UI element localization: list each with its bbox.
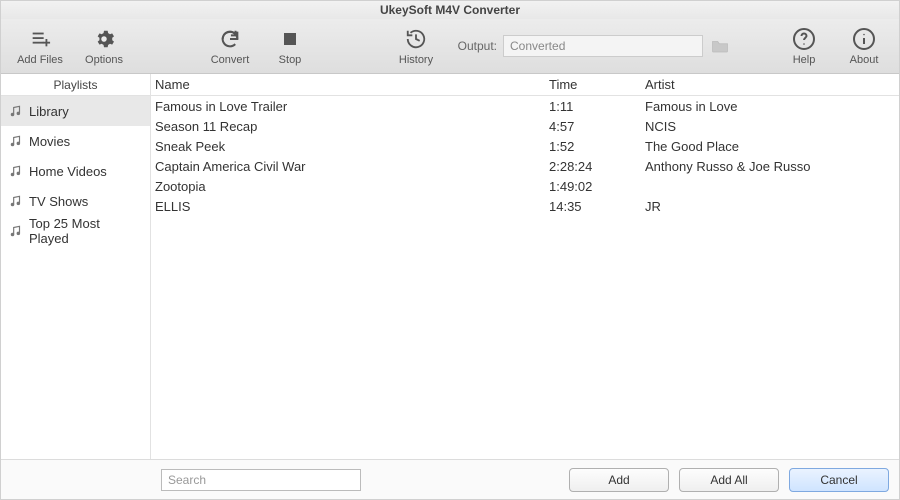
- output-path-field[interactable]: Converted: [503, 35, 703, 57]
- stop-button[interactable]: Stop: [263, 21, 317, 71]
- options-button[interactable]: Options: [77, 21, 131, 71]
- about-label: About: [850, 54, 879, 66]
- body: Playlists Library Movies Home Videos TV Sho…: [1, 74, 899, 459]
- sidebar-item-top-25-most-played[interactable]: Top 25 Most Played: [1, 216, 150, 246]
- sidebar-item-label: Library: [29, 104, 69, 119]
- track-row[interactable]: Captain America Civil War2:28:24Anthony …: [151, 156, 899, 176]
- track-time: 14:35: [549, 199, 645, 214]
- output-group: Output: Converted: [458, 35, 731, 57]
- track-name: ELLIS: [151, 199, 549, 214]
- track-time: 4:57: [549, 119, 645, 134]
- add-button[interactable]: Add: [569, 468, 669, 492]
- sidebar-list: Library Movies Home Videos TV Shows Top 25 M…: [1, 96, 150, 246]
- toolbar: Add Files Options Convert: [1, 19, 899, 74]
- track-name: Sneak Peek: [151, 139, 549, 154]
- output-label: Output:: [458, 39, 497, 53]
- track-artist: The Good Place: [645, 139, 899, 154]
- add-files-button[interactable]: Add Files: [9, 21, 71, 71]
- refresh-icon: [219, 26, 241, 52]
- app-title: UkeySoft M4V Converter: [380, 3, 520, 17]
- title-bar: UkeySoft M4V Converter: [1, 1, 899, 19]
- track-row[interactable]: Season 11 Recap4:57NCIS: [151, 116, 899, 136]
- about-button[interactable]: About: [837, 21, 891, 71]
- playlist-icon: [9, 164, 23, 178]
- track-name: Captain America Civil War: [151, 159, 549, 174]
- sidebar-item-label: Home Videos: [29, 164, 107, 179]
- track-name: Zootopia: [151, 179, 549, 194]
- sidebar: Playlists Library Movies Home Videos TV Sho…: [1, 74, 151, 459]
- help-label: Help: [793, 54, 816, 66]
- playlist-icon: [9, 194, 23, 208]
- track-artist: JR: [645, 199, 899, 214]
- track-list: Famous in Love Trailer1:11Famous in Love…: [151, 96, 899, 459]
- track-time: 1:11: [549, 99, 645, 114]
- track-name: Season 11 Recap: [151, 119, 549, 134]
- track-artist: Anthony Russo & Joe Russo: [645, 159, 899, 174]
- convert-label: Convert: [211, 54, 250, 66]
- sidebar-item-home-videos[interactable]: Home Videos: [1, 156, 150, 186]
- column-time[interactable]: Time: [549, 77, 645, 92]
- add-files-label: Add Files: [17, 54, 63, 66]
- options-label: Options: [85, 54, 123, 66]
- app-window: UkeySoft M4V Converter Add Files Options: [0, 0, 900, 500]
- add-all-button[interactable]: Add All: [679, 468, 779, 492]
- output-path-value: Converted: [510, 39, 565, 53]
- sidebar-item-tv-shows[interactable]: TV Shows: [1, 186, 150, 216]
- playlist-icon: [9, 224, 23, 238]
- track-time: 2:28:24: [549, 159, 645, 174]
- sidebar-item-label: Top 25 Most Played: [29, 216, 142, 246]
- gear-icon: [93, 26, 115, 52]
- track-time: 1:49:02: [549, 179, 645, 194]
- track-row[interactable]: ELLIS14:35JR: [151, 196, 899, 216]
- track-row[interactable]: Zootopia1:49:02: [151, 176, 899, 196]
- track-artist: Famous in Love: [645, 99, 899, 114]
- sidebar-item-movies[interactable]: Movies: [1, 126, 150, 156]
- sidebar-item-library[interactable]: Library: [1, 96, 150, 126]
- sidebar-item-label: TV Shows: [29, 194, 88, 209]
- main-panel: Name Time Artist Famous in Love Trailer1…: [151, 74, 899, 459]
- convert-button[interactable]: Convert: [203, 21, 257, 71]
- column-name[interactable]: Name: [151, 77, 549, 92]
- track-name: Famous in Love Trailer: [151, 99, 549, 114]
- history-icon: [405, 26, 427, 52]
- track-time: 1:52: [549, 139, 645, 154]
- footer: Add Add All Cancel: [1, 459, 899, 499]
- sidebar-item-label: Movies: [29, 134, 70, 149]
- history-button[interactable]: History: [389, 21, 443, 71]
- add-files-icon: [29, 26, 51, 52]
- playlist-icon: [9, 134, 23, 148]
- history-label: History: [399, 54, 433, 66]
- track-row[interactable]: Famous in Love Trailer1:11Famous in Love: [151, 96, 899, 116]
- stop-icon: [281, 26, 299, 52]
- track-row[interactable]: Sneak Peek1:52The Good Place: [151, 136, 899, 156]
- search-input[interactable]: [161, 469, 361, 491]
- column-headers: Name Time Artist: [151, 74, 899, 96]
- info-icon: [852, 26, 876, 52]
- help-button[interactable]: Help: [777, 21, 831, 71]
- sidebar-header: Playlists: [1, 74, 150, 96]
- browse-folder-button[interactable]: [709, 35, 731, 57]
- help-icon: [792, 26, 816, 52]
- playlist-icon: [9, 104, 23, 118]
- cancel-button[interactable]: Cancel: [789, 468, 889, 492]
- stop-label: Stop: [279, 54, 302, 66]
- column-artist[interactable]: Artist: [645, 77, 899, 92]
- track-artist: NCIS: [645, 119, 899, 134]
